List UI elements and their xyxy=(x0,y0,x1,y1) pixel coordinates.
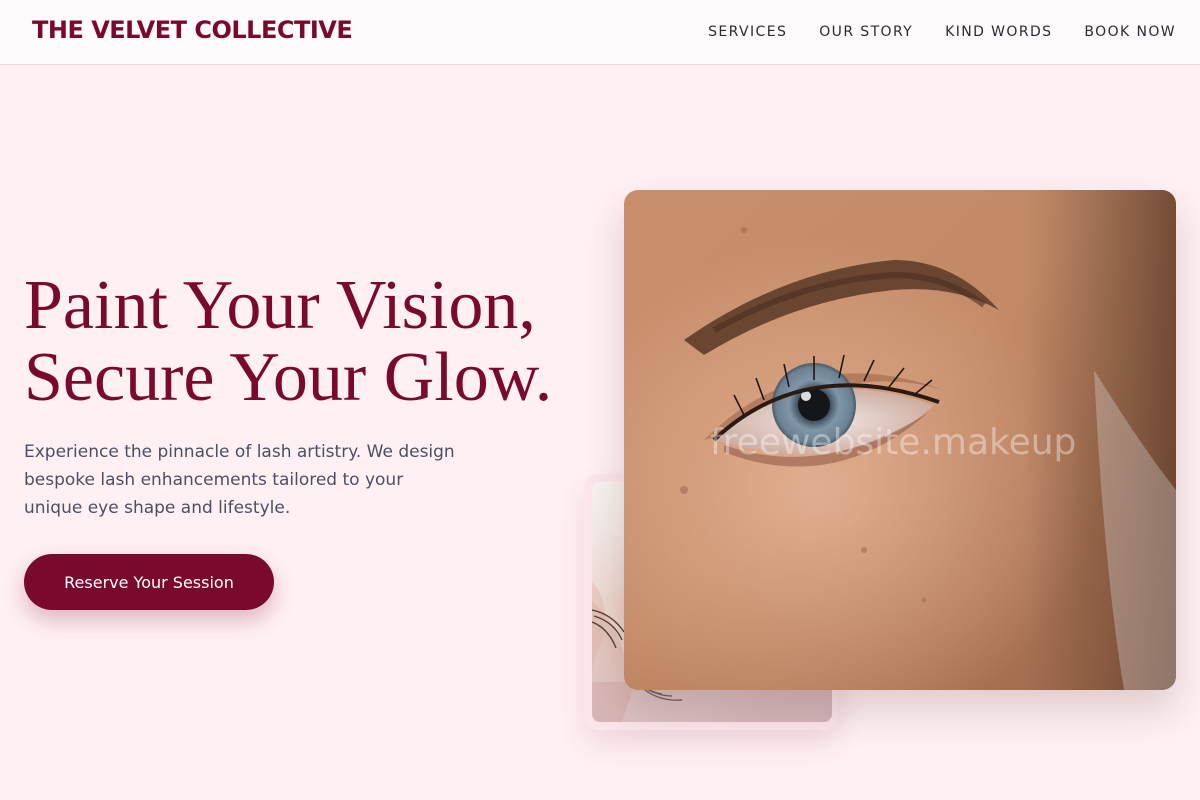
image-watermark: freewebsite.makeup xyxy=(710,422,1077,463)
main-nav: SERVICES OUR STORY KIND WORDS BOOK NOW xyxy=(708,24,1176,40)
hero-headline-line-1: Paint Your Vision, xyxy=(24,267,536,344)
hero-description: Experience the pinnacle of lash artistry… xyxy=(24,442,455,518)
top-navigation-bar: THE VELVET COLLECTIVE SERVICES OUR STORY… xyxy=(0,0,1200,65)
nav-link-our-story[interactable]: OUR STORY xyxy=(819,24,913,40)
brand-logo[interactable]: THE VELVET COLLECTIVE xyxy=(32,16,353,44)
hero-headline-line-2: Secure Your Glow. xyxy=(24,339,553,416)
nav-link-book-now[interactable]: BOOK NOW xyxy=(1084,24,1176,40)
hero-headline: Paint Your Vision, Secure Your Glow. xyxy=(24,270,604,414)
nav-link-services[interactable]: SERVICES xyxy=(708,24,787,40)
reserve-session-button[interactable]: Reserve Your Session xyxy=(24,554,274,610)
nav-link-kind-words[interactable]: KIND WORDS xyxy=(945,24,1052,40)
